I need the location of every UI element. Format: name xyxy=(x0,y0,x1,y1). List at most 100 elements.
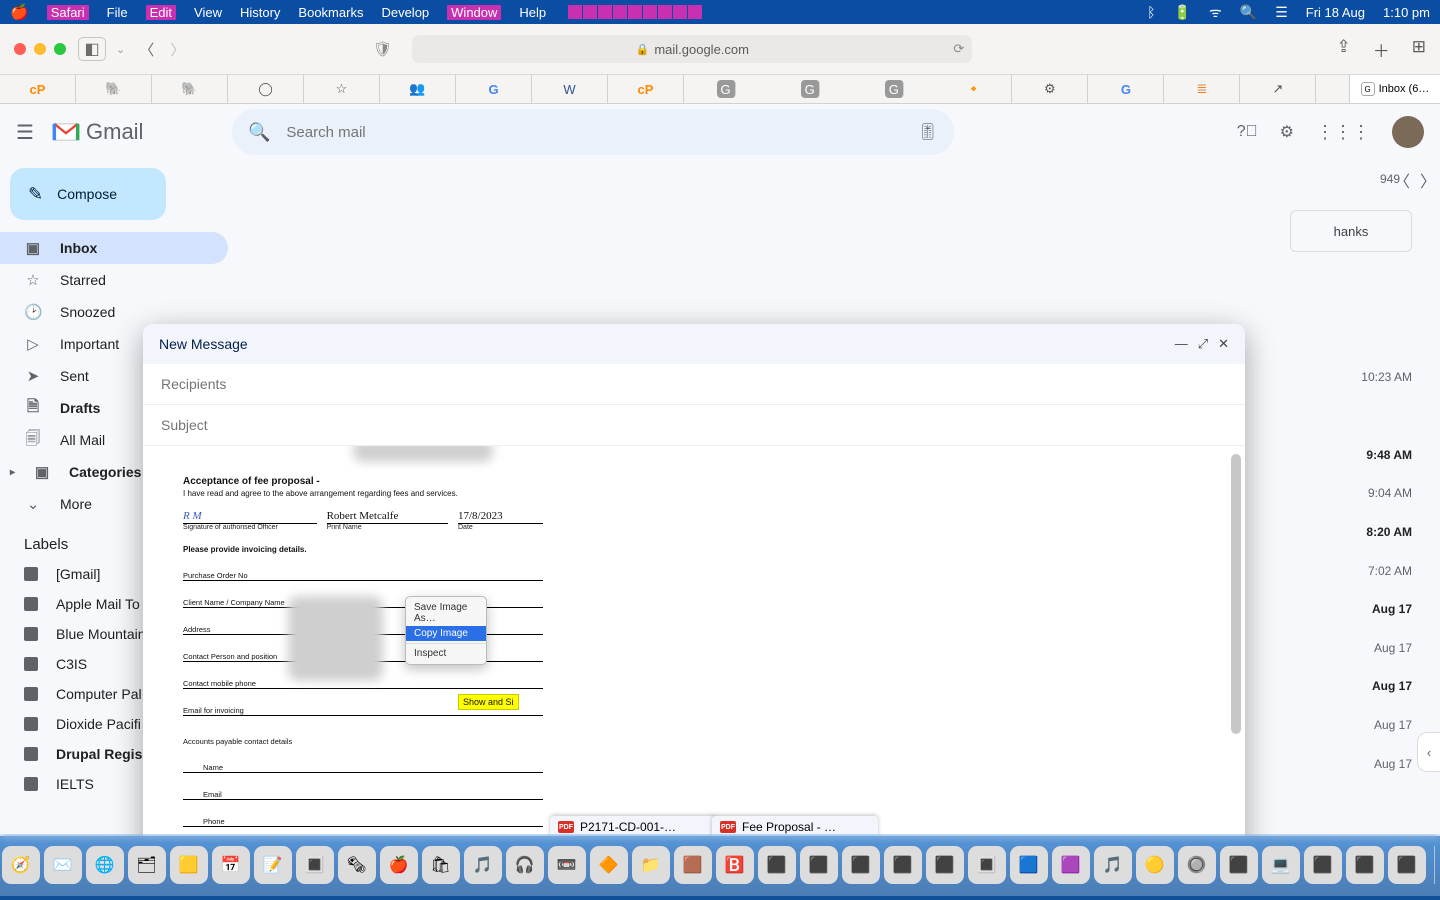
compose-header[interactable]: New Message — ⤢ ✕ xyxy=(143,324,1245,364)
dock-app[interactable]: 🔘 xyxy=(1178,846,1216,884)
recipients-input[interactable] xyxy=(159,375,1229,393)
spotlight-icon[interactable]: 🔍 xyxy=(1240,4,1257,21)
share-icon[interactable]: ⇪ xyxy=(1337,37,1351,62)
dock-app[interactable]: 💻 xyxy=(1262,846,1300,884)
fav-misc1[interactable]: 🔸 xyxy=(936,75,1012,103)
compose-scrollbar[interactable] xyxy=(1231,454,1241,734)
fav-g3[interactable]: G xyxy=(801,80,820,98)
fav-harvest[interactable]: ◯ xyxy=(228,75,304,103)
show-and-sign-button[interactable]: Show and Si xyxy=(458,694,519,710)
fav-word[interactable]: W xyxy=(532,75,608,103)
fav-pma2[interactable]: 🐘 xyxy=(152,75,228,103)
main-menu-icon[interactable]: ☰ xyxy=(16,120,38,145)
dock-app[interactable]: 🗞 xyxy=(338,846,376,884)
dock-app[interactable]: 🎵 xyxy=(464,846,502,884)
menubar-date[interactable]: Fri 18 Aug xyxy=(1306,5,1365,20)
dock-app[interactable]: 🟨 xyxy=(170,846,208,884)
fav-pma1[interactable]: 🐘 xyxy=(76,75,152,103)
control-center-icon[interactable]: ☰ xyxy=(1275,4,1288,21)
search-options-icon[interactable]: 🎚 xyxy=(918,122,938,142)
fav-people[interactable]: 👥 xyxy=(380,75,456,103)
search-icon[interactable]: 🔍 xyxy=(248,122,270,143)
fav-google2[interactable]: G xyxy=(1088,75,1164,103)
dock-app[interactable]: 📅 xyxy=(212,846,250,884)
recipients-row[interactable] xyxy=(143,364,1245,405)
wifi-icon[interactable]: ᯤ xyxy=(1209,3,1222,22)
subject-input[interactable] xyxy=(159,416,1229,434)
ctx-save-image[interactable]: Save Image As… xyxy=(406,600,486,626)
dock-app[interactable]: 🎧 xyxy=(506,846,544,884)
ctx-copy-image[interactable]: Copy Image xyxy=(406,626,486,641)
dock-app[interactable]: 🔳 xyxy=(968,846,1006,884)
menu-app[interactable]: Safari xyxy=(47,5,89,20)
settings-icon[interactable]: ⚙ xyxy=(1280,122,1294,142)
fav-g2[interactable]: G xyxy=(717,80,736,98)
dock-app[interactable]: ⬛ xyxy=(800,846,838,884)
close-window-button[interactable] xyxy=(14,43,26,55)
dock-app[interactable]: 🗂 xyxy=(128,846,166,884)
dock-app[interactable]: 🅱️ xyxy=(716,846,754,884)
dock-app[interactable]: 🟫 xyxy=(674,846,712,884)
embedded-document[interactable]: Acceptance of fee proposal - I have read… xyxy=(183,476,543,854)
privacy-shield-icon[interactable]: 🛡 xyxy=(373,40,392,58)
chevron-down-icon[interactable]: ⌄ xyxy=(116,43,125,56)
smart-reply-thanks[interactable]: hanks xyxy=(1290,210,1412,252)
dock-app[interactable]: ⬛ xyxy=(1220,846,1258,884)
menu-view[interactable]: View xyxy=(194,5,222,20)
dock-app[interactable]: 📁 xyxy=(632,846,670,884)
fullscreen-window-button[interactable] xyxy=(54,43,66,55)
search-input[interactable] xyxy=(284,123,917,142)
compose-body[interactable]: Acceptance of fee proposal - I have read… xyxy=(143,446,1245,864)
minimize-window-button[interactable] xyxy=(34,43,46,55)
dock-app[interactable]: 📝 xyxy=(254,846,292,884)
menu-edit[interactable]: Edit xyxy=(146,5,176,20)
dock-app[interactable]: ⬛ xyxy=(758,846,796,884)
menu-develop[interactable]: Develop xyxy=(381,5,429,20)
menu-window[interactable]: Window xyxy=(447,5,501,20)
fav-misc2[interactable]: ⚙ xyxy=(1012,75,1088,103)
dock-app[interactable]: 🔶 xyxy=(590,846,628,884)
subject-row[interactable] xyxy=(143,405,1245,446)
close-icon[interactable]: ✕ xyxy=(1218,336,1229,352)
macos-menubar[interactable]: 🍎 Safari File Edit View History Bookmark… xyxy=(0,0,1440,24)
menu-history[interactable]: History xyxy=(240,5,280,20)
dock-app[interactable]: 🔳 xyxy=(296,846,334,884)
dock-app[interactable]: ⬛ xyxy=(1346,846,1384,884)
dock-app[interactable]: ⬛ xyxy=(1388,846,1426,884)
dock-app[interactable]: ✉️ xyxy=(44,846,82,884)
dock-app[interactable]: ⬛ xyxy=(842,846,880,884)
account-avatar[interactable] xyxy=(1392,116,1424,148)
back-button[interactable]: 〈 xyxy=(131,39,162,60)
dock-app[interactable]: ⬛ xyxy=(1304,846,1342,884)
fav-g4[interactable]: G xyxy=(885,80,904,98)
dock-app[interactable]: 🛍 xyxy=(422,846,460,884)
gmail-logo[interactable]: Gmail xyxy=(52,119,232,145)
dock-app[interactable]: ⬛ xyxy=(884,846,922,884)
compose-button[interactable]: ✎ Compose xyxy=(10,168,166,220)
dock-app[interactable]: 🧭 xyxy=(2,846,40,884)
dock-app[interactable]: 📼 xyxy=(548,846,586,884)
search-bar[interactable]: 🔍 🎚 xyxy=(232,109,954,155)
support-icon[interactable]: ?⃝ xyxy=(1237,123,1258,141)
dock-app[interactable]: ⬛ xyxy=(926,846,964,884)
google-apps-icon[interactable]: ⋮⋮⋮ xyxy=(1316,122,1370,143)
new-tab-icon[interactable]: ＋ xyxy=(1373,37,1390,62)
fav-star[interactable]: ☆ xyxy=(304,75,380,103)
browser-tab-inbox[interactable]: G Inbox (6… xyxy=(1349,75,1440,103)
fav-stackoverflow[interactable]: ≣ xyxy=(1164,75,1240,103)
next-page-button[interactable]: 〉 xyxy=(1420,168,1436,192)
dock-app[interactable]: 🌐 xyxy=(86,846,124,884)
fav-misc3[interactable]: ↗ xyxy=(1240,75,1316,103)
prev-page-button[interactable]: 〈 xyxy=(1394,168,1410,192)
dock-app[interactable]: 🟦 xyxy=(1010,846,1048,884)
reload-icon[interactable]: ⟳ xyxy=(953,41,964,57)
ctx-inspect[interactable]: Inspect xyxy=(406,646,486,661)
minimize-icon[interactable]: — xyxy=(1175,336,1188,352)
battery-icon[interactable]: 🔋 xyxy=(1174,4,1191,21)
apple-menu-icon[interactable]: 🍎 xyxy=(10,3,29,21)
dock-app[interactable]: 🎵 xyxy=(1094,846,1132,884)
dock-app[interactable]: 🟡 xyxy=(1136,846,1174,884)
tab-overview-icon[interactable]: ⊞ xyxy=(1412,37,1426,62)
fav-google1[interactable]: G xyxy=(456,75,532,103)
menu-bookmarks[interactable]: Bookmarks xyxy=(298,5,363,20)
